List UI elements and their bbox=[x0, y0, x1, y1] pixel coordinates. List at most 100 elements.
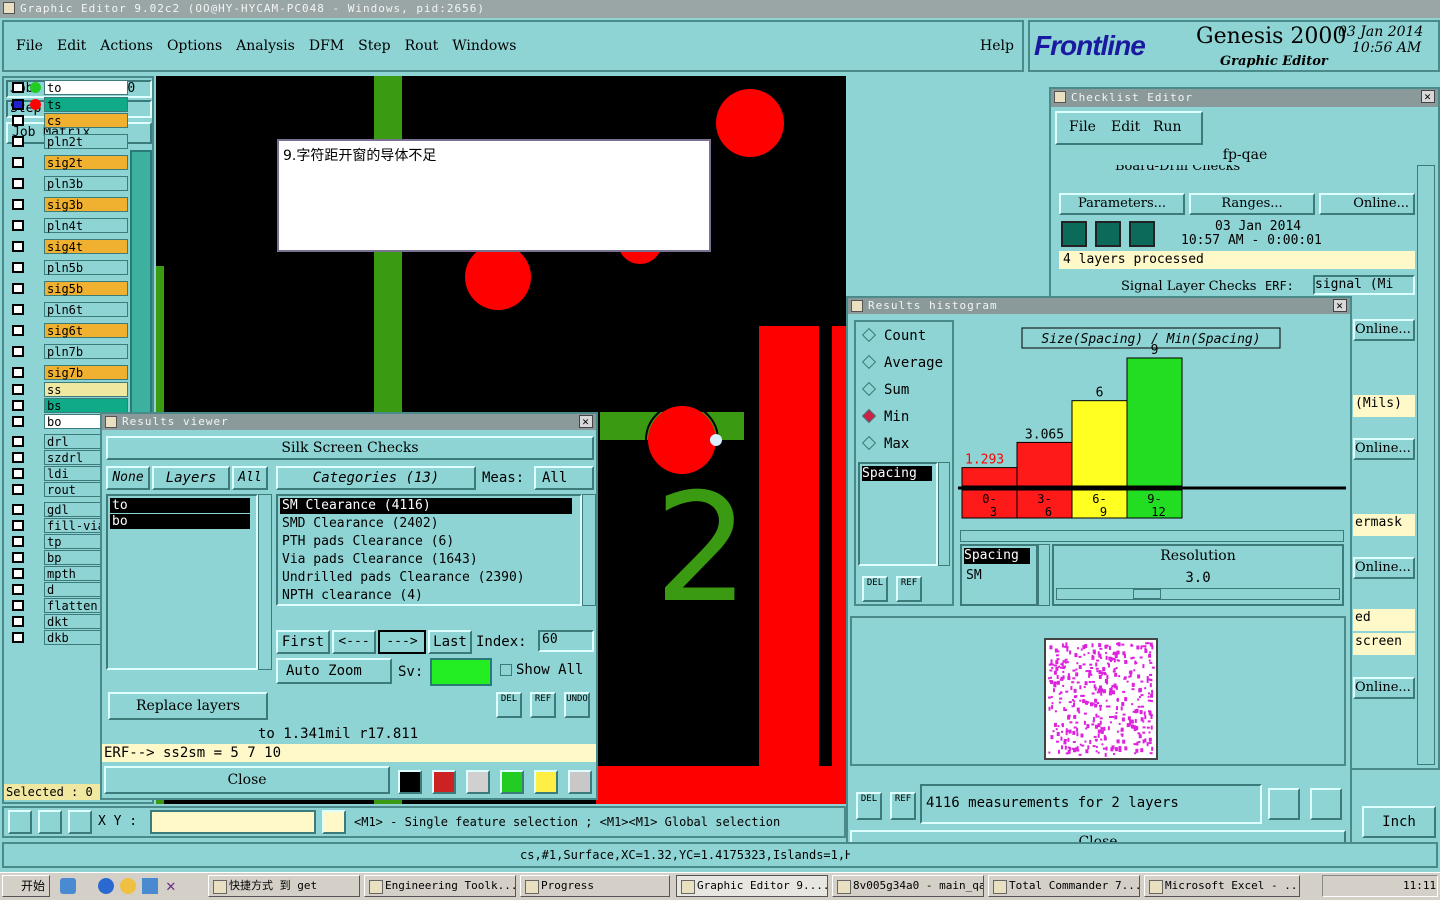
checklist-menu-edit[interactable]: Edit bbox=[1111, 119, 1140, 135]
radio-icon[interactable] bbox=[861, 381, 877, 397]
close-app-icon[interactable]: ✕ bbox=[166, 876, 176, 895]
taskbar-item[interactable]: Engineering Toolk... bbox=[364, 875, 516, 897]
prev-button[interactable]: <--- bbox=[332, 630, 376, 654]
layer-row-pln5b[interactable]: pln5b bbox=[10, 260, 130, 275]
close-icon[interactable]: ✕ bbox=[1333, 299, 1347, 312]
menu-options[interactable]: Options bbox=[167, 38, 222, 54]
online-button[interactable]: Online... bbox=[1353, 438, 1415, 460]
layer-row-cs[interactable]: cs bbox=[10, 113, 130, 128]
layer-checkbox[interactable] bbox=[12, 400, 24, 411]
layer-row-pln3b[interactable]: pln3b bbox=[10, 176, 130, 191]
layer-row-sig6t[interactable]: sig6t bbox=[10, 323, 130, 338]
delete-button[interactable]: DEL bbox=[496, 692, 522, 718]
close-icon[interactable]: ✕ bbox=[579, 415, 593, 428]
measure-icon[interactable] bbox=[38, 810, 62, 834]
layer-checkbox[interactable] bbox=[12, 157, 24, 168]
signal-value[interactable]: signal (Mi bbox=[1313, 275, 1415, 295]
layer-checkbox[interactable] bbox=[12, 436, 24, 447]
layer-list-scrollbar[interactable] bbox=[258, 494, 272, 670]
layer-checkbox[interactable] bbox=[12, 632, 24, 643]
layer-checkbox[interactable] bbox=[12, 484, 24, 495]
menu-rout[interactable]: Rout bbox=[405, 38, 439, 54]
radio-icon[interactable] bbox=[861, 354, 877, 370]
layer-row-sig7b[interactable]: sig7b bbox=[10, 365, 130, 380]
chart-scrollbar[interactable] bbox=[960, 530, 1344, 542]
checklist-scrollbar[interactable] bbox=[1417, 165, 1435, 765]
online-button[interactable]: Online... bbox=[1319, 193, 1415, 215]
layer-row-bs[interactable]: bs bbox=[10, 398, 130, 413]
online-button[interactable]: Online... bbox=[1353, 677, 1415, 699]
taskbar-item[interactable]: Graphic Editor 9.... bbox=[676, 875, 828, 897]
undo-button[interactable]: UNDO bbox=[564, 692, 590, 718]
layers-button[interactable]: Layers bbox=[152, 466, 230, 490]
option-min[interactable]: Min bbox=[861, 408, 909, 425]
layer-checkbox[interactable] bbox=[12, 504, 24, 515]
categories-button[interactable]: Categories (13) bbox=[276, 466, 476, 490]
histogram-bar[interactable] bbox=[1126, 357, 1183, 487]
show-all-checkbox[interactable] bbox=[500, 664, 512, 676]
number-icon[interactable] bbox=[500, 770, 524, 794]
layer-checkbox[interactable] bbox=[12, 115, 24, 126]
menu-file[interactable]: File bbox=[16, 38, 43, 54]
layout-icon[interactable] bbox=[1310, 788, 1342, 820]
layer-checkbox[interactable] bbox=[12, 99, 24, 110]
layer-checkbox[interactable] bbox=[12, 199, 24, 210]
checklist-menu-file[interactable]: File bbox=[1069, 119, 1096, 135]
layer-checkbox[interactable] bbox=[12, 241, 24, 252]
report-icon[interactable] bbox=[534, 770, 558, 794]
layer-checkbox[interactable] bbox=[12, 384, 24, 395]
layer-row-sig2t[interactable]: sig2t bbox=[10, 155, 130, 170]
select-icon[interactable] bbox=[8, 810, 32, 834]
option-count[interactable]: Count bbox=[861, 327, 926, 344]
all-layers-button[interactable]: All bbox=[232, 466, 268, 490]
delete-button[interactable]: DEL bbox=[856, 792, 882, 820]
histogram-icon[interactable] bbox=[568, 770, 592, 794]
run-icon[interactable] bbox=[1061, 221, 1087, 247]
menu-dfm[interactable]: DFM bbox=[309, 38, 344, 54]
layer-checkbox[interactable] bbox=[12, 452, 24, 463]
layer-result-item[interactable]: bo bbox=[110, 514, 250, 529]
category-item[interactable]: SMD Clearance (2402) bbox=[280, 516, 572, 532]
layer-checkbox[interactable] bbox=[12, 346, 24, 357]
clear-icon[interactable] bbox=[466, 770, 490, 794]
layer-checkbox[interactable] bbox=[12, 600, 24, 611]
histogram-bar[interactable] bbox=[1071, 400, 1128, 487]
menu-analysis[interactable]: Analysis bbox=[236, 38, 295, 54]
layer-checkbox[interactable] bbox=[12, 178, 24, 189]
unit-select[interactable]: Inch bbox=[1362, 806, 1436, 838]
layer-checkbox[interactable] bbox=[12, 552, 24, 563]
close-icon[interactable]: ✕ bbox=[1421, 90, 1435, 103]
layer-checkbox[interactable] bbox=[12, 304, 24, 315]
layer-row-ts[interactable]: ts bbox=[10, 97, 130, 112]
layer-row-to[interactable]: to bbox=[10, 80, 130, 95]
layer-checkbox[interactable] bbox=[12, 220, 24, 231]
resolution-slider[interactable] bbox=[1056, 588, 1340, 600]
spacing-list-scrollbar[interactable] bbox=[938, 462, 950, 566]
next-button[interactable]: ---> bbox=[378, 630, 426, 654]
checklist-field[interactable]: ermask bbox=[1353, 514, 1415, 536]
layer-row-sig3b[interactable]: sig3b bbox=[10, 197, 130, 212]
category-item[interactable]: Undrilled pads Clearance (2390) bbox=[280, 570, 572, 586]
layer-result-item[interactable]: to bbox=[110, 498, 250, 513]
checklist-menu-run[interactable]: Run bbox=[1153, 119, 1182, 135]
category-item[interactable]: PTH pads Clearance (6) bbox=[280, 534, 572, 550]
index-input[interactable]: 60 bbox=[538, 630, 594, 652]
sv-color-select[interactable] bbox=[430, 658, 492, 686]
zoom-icon[interactable] bbox=[398, 770, 422, 794]
parameters-button[interactable]: Parameters... bbox=[1059, 193, 1185, 215]
layer-row-pln2t[interactable]: pln2t bbox=[10, 134, 130, 149]
spacing-list-item[interactable]: Spacing bbox=[862, 466, 932, 481]
layer-result-list[interactable]: to bo bbox=[106, 494, 258, 670]
layer-checkbox[interactable] bbox=[12, 568, 24, 579]
folder-icon[interactable] bbox=[142, 878, 158, 894]
refresh-button[interactable]: REF bbox=[530, 692, 556, 718]
checklist-field[interactable]: ed bbox=[1353, 609, 1415, 631]
menu-actions[interactable]: Actions bbox=[100, 38, 153, 54]
histogram-bar[interactable] bbox=[961, 467, 1018, 487]
category-item[interactable]: Via pads Clearance (1643) bbox=[280, 552, 572, 568]
spacing-list[interactable]: Spacing bbox=[858, 462, 938, 566]
radio-icon[interactable] bbox=[861, 327, 877, 343]
run-icon[interactable] bbox=[1095, 221, 1121, 247]
layer-checkbox[interactable] bbox=[12, 136, 24, 147]
layer-checkbox[interactable] bbox=[12, 283, 24, 294]
